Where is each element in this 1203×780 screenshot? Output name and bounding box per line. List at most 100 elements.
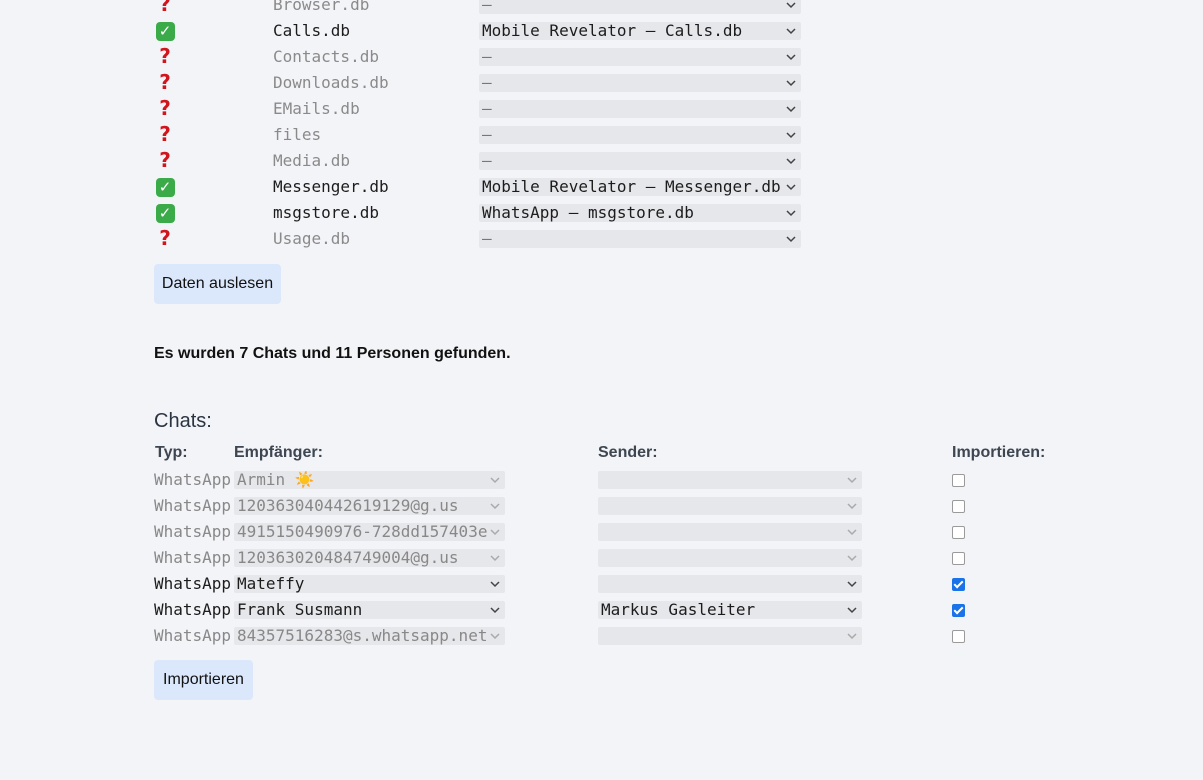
chevron-down-icon — [786, 54, 796, 61]
chevron-down-icon — [786, 158, 796, 165]
chats-heading: Chats: — [154, 410, 212, 432]
import-checkbox[interactable] — [952, 474, 965, 487]
chat-row: WhatsApp 4915150490976-728dd157403e — [154, 521, 1054, 543]
import-button[interactable]: Importieren — [154, 660, 253, 700]
file-source-select[interactable]: Mobile Revelator – Messenger.db — [479, 177, 801, 196]
sender-select[interactable]: Markus Gasleiter — [598, 601, 862, 619]
column-header-sender: Sender: — [598, 444, 658, 461]
file-name: Media.db — [273, 151, 351, 170]
file-source-select[interactable]: – — [479, 0, 801, 14]
file-source-select[interactable]: Mobile Revelator – Calls.db — [479, 21, 801, 40]
chat-row: WhatsApp 84357516283@s.whatsapp.net — [154, 625, 1054, 647]
recipient-select[interactable]: 120363040442619129@g.us — [234, 497, 505, 515]
file-source-select[interactable]: – — [479, 47, 801, 66]
file-row-browser: ? Browser.db – — [154, 0, 814, 20]
sender-select[interactable] — [598, 471, 862, 489]
recipient-select[interactable]: Armin ☀️ — [234, 471, 505, 489]
file-row-contacts: ? Contacts.db – — [154, 46, 814, 72]
chat-type: WhatsApp — [154, 548, 232, 567]
chevron-down-icon — [786, 80, 796, 87]
chat-row: WhatsApp Armin ☀️ — [154, 469, 1054, 491]
file-source-select[interactable]: – — [479, 99, 801, 118]
recipient-select[interactable]: Mateffy — [234, 575, 505, 593]
import-checkbox[interactable] — [952, 630, 965, 643]
select-value: Markus Gasleiter — [601, 601, 756, 619]
file-source-select[interactable]: – — [479, 125, 801, 144]
select-value: – — [482, 229, 492, 248]
file-name: Calls.db — [273, 21, 351, 40]
import-checkbox[interactable] — [952, 500, 965, 513]
chevron-down-icon — [786, 2, 796, 9]
sender-select[interactable] — [598, 575, 862, 593]
chevron-down-icon — [490, 633, 500, 640]
question-mark-icon: ? — [159, 0, 171, 16]
select-value: Armin ☀️ — [237, 471, 315, 489]
file-row-media: ? Media.db – — [154, 150, 814, 176]
chevron-down-icon — [490, 555, 500, 562]
file-source-select[interactable]: – — [479, 73, 801, 92]
select-value: – — [482, 99, 492, 118]
chat-type: WhatsApp — [154, 470, 232, 489]
recipient-select[interactable]: 84357516283@s.whatsapp.net — [234, 627, 505, 645]
chat-type: WhatsApp — [154, 626, 232, 645]
select-value: 84357516283@s.whatsapp.net — [237, 627, 488, 645]
result-summary: Es wurden 7 Chats und 11 Personen gefund… — [154, 345, 511, 362]
import-checkbox[interactable] — [952, 552, 965, 565]
question-mark-icon: ? — [159, 148, 171, 172]
file-row-usage: ? Usage.db – — [154, 228, 814, 254]
chevron-down-icon — [847, 503, 857, 510]
file-name: Contacts.db — [273, 47, 379, 66]
select-value: 120363020484749004@g.us — [237, 549, 459, 567]
check-mark-icon: ✓ — [154, 202, 176, 223]
select-value: 4915150490976-728dd157403e — [237, 523, 488, 541]
chevron-down-icon — [786, 28, 796, 35]
chevron-down-icon — [490, 503, 500, 510]
check-mark-icon: ✓ — [154, 176, 176, 197]
chevron-down-icon — [847, 555, 857, 562]
file-source-select[interactable]: – — [479, 151, 801, 170]
file-row-calls: ✓ Calls.db Mobile Revelator – Calls.db — [154, 20, 814, 46]
select-value: Mateffy — [237, 575, 305, 593]
import-checkbox[interactable] — [952, 578, 965, 591]
import-checkbox[interactable] — [952, 604, 965, 617]
question-mark-icon: ? — [159, 122, 171, 146]
file-name: files — [273, 125, 322, 144]
chevron-down-icon — [490, 607, 500, 614]
recipient-select[interactable]: 4915150490976-728dd157403e — [234, 523, 505, 541]
chevron-down-icon — [847, 633, 857, 640]
chat-type: WhatsApp — [154, 600, 232, 619]
chevron-down-icon — [847, 607, 857, 614]
column-header-import: Importieren: — [952, 444, 1046, 461]
sender-select[interactable] — [598, 627, 862, 645]
file-row-emails: ? EMails.db – — [154, 98, 814, 124]
file-name: msgstore.db — [273, 203, 379, 222]
question-mark-icon: ? — [159, 44, 171, 68]
column-header-type: Typ: — [155, 444, 188, 461]
sender-select[interactable] — [598, 497, 862, 515]
column-header-recipient: Empfänger: — [234, 444, 323, 461]
sender-select[interactable] — [598, 549, 862, 567]
file-name: Browser.db — [273, 0, 370, 14]
recipient-select[interactable]: 120363020484749004@g.us — [234, 549, 505, 567]
select-value: – — [482, 151, 492, 170]
file-name: Usage.db — [273, 229, 351, 248]
chat-type: WhatsApp — [154, 522, 232, 541]
chevron-down-icon — [786, 132, 796, 139]
file-source-select[interactable]: WhatsApp – msgstore.db — [479, 203, 801, 222]
file-name: Messenger.db — [273, 177, 389, 196]
select-value: WhatsApp – msgstore.db — [482, 203, 694, 222]
import-checkbox[interactable] — [952, 526, 965, 539]
chevron-down-icon — [786, 106, 796, 113]
file-source-select[interactable]: – — [479, 229, 801, 248]
chevron-down-icon — [847, 581, 857, 588]
chat-row: WhatsApp 120363040442619129@g.us — [154, 495, 1054, 517]
select-value: Frank Susmann — [237, 601, 363, 619]
sender-select[interactable] — [598, 523, 862, 541]
chevron-down-icon — [786, 236, 796, 243]
file-row-downloads: ? Downloads.db – — [154, 72, 814, 98]
chat-type: WhatsApp — [154, 574, 232, 593]
recipient-select[interactable]: Frank Susmann — [234, 601, 505, 619]
select-value: 120363040442619129@g.us — [237, 497, 459, 515]
question-mark-icon: ? — [159, 70, 171, 94]
read-data-button[interactable]: Daten auslesen — [154, 264, 281, 304]
